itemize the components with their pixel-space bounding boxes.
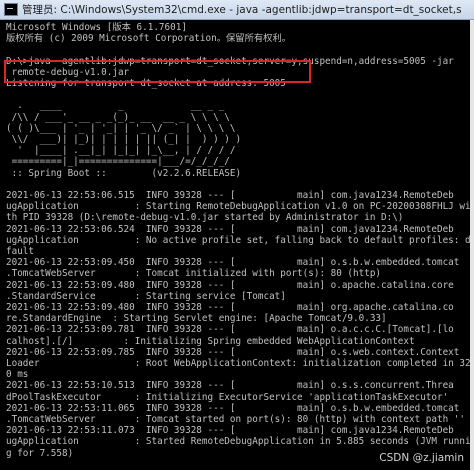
watermark: CSDN @z.jiamin <box>379 452 464 464</box>
console-line: Loader : Root WebApplicationContext: ini… <box>6 358 474 369</box>
console-line: 2021-06-13 22:53:09.781 INFO 39328 --- [… <box>6 324 454 336</box>
console-scrollbar[interactable] <box>470 20 474 470</box>
console-line: =========|_|==============|___/=/_/_/_/ <box>6 156 230 168</box>
console-line: ugApplication : Started RemoteDebugAppli… <box>6 436 474 448</box>
console-line: \\/ ___)| |_)| | | | | || (_| | ) ) ) ) <box>6 134 242 145</box>
console-output[interactable]: Microsoft Windows [版本 6.1.7601] 版权所有 (c) … <box>0 20 474 470</box>
console-line: fault <box>6 246 34 257</box>
highlight-annotation-box <box>4 60 311 83</box>
console-line: 2021-06-13 22:53:09.480 INFO 39328 --- [… <box>6 279 454 291</box>
console-line: ( ( )\___ | '_ | '_| | '_ \/ _` | \ \ \ … <box>6 122 236 134</box>
console-line: :: Spring Boot :: (v2.2.6.RELEASE) <box>6 167 242 179</box>
console-line: 2021-06-13 22:53:09.785 INFO 39328 --- [… <box>6 346 460 358</box>
window-title: 管理员: C:\Windows\System32\cmd.exe - java … <box>22 4 462 16</box>
console-line: dPoolTaskExecutor : Initializing Executo… <box>6 391 449 403</box>
console-line: 0 ms <box>6 369 29 381</box>
console-line: th PID 39328 (D:\remote-debug-v1.0.jar s… <box>6 212 404 224</box>
console-line: .TomcatWebServer : Tomcat initialized wi… <box>6 268 382 280</box>
console-line: .StandardService : Starting service [Tom… <box>6 290 286 302</box>
console-line: 2021-06-13 22:53:06.515 INFO 39328 --- [… <box>6 190 454 201</box>
cmd-window: 管理员: C:\Windows\System32\cmd.exe - java … <box>0 0 474 470</box>
console-line: . ____ _ __ _ _ <box>6 100 225 112</box>
console-line: .TomcatWebServer : Tomcat started on por… <box>6 414 465 425</box>
console-line: 2021-06-13 22:53:11.073 INFO 39328 --- [… <box>6 425 454 437</box>
console-line: ugApplication : Starting RemoteDebugAppl… <box>6 201 471 213</box>
title-bar[interactable]: 管理员: C:\Windows\System32\cmd.exe - java … <box>0 0 474 20</box>
console-line: 2021-06-13 22:53:09.480 INFO 39328 --- [… <box>6 302 454 313</box>
console-line: ugApplication : No active profile set, f… <box>6 234 474 246</box>
console-line: 2021-06-13 22:53:11.065 INFO 39328 --- [… <box>6 402 460 414</box>
console-line: /\\ / ___'_ __ _ _(_)_ __ __ _ \ \ \ \ <box>6 111 230 123</box>
console-line: g for 7.558) <box>6 447 74 459</box>
console-line: re.StandardEngine : Starting Servlet eng… <box>6 313 387 325</box>
console-line: 版权所有 (c) 2009 Microsoft Corporation。保留所有… <box>6 33 292 45</box>
console-line: 2021-06-13 22:53:06.524 INFO 39328 --- [… <box>6 223 454 235</box>
cmd-app-icon[interactable] <box>4 3 18 16</box>
console-line: 2021-06-13 22:53:09.450 INFO 39328 --- [… <box>6 257 460 269</box>
console-line: ' |____| .__|_| |_|_| |_\__, | / / / / <box>6 145 236 157</box>
console-line: 2021-06-13 22:53:10.513 INFO 39328 --- [… <box>6 380 454 392</box>
console-line: calhost].[/] : Initializing Spring embed… <box>6 335 415 347</box>
